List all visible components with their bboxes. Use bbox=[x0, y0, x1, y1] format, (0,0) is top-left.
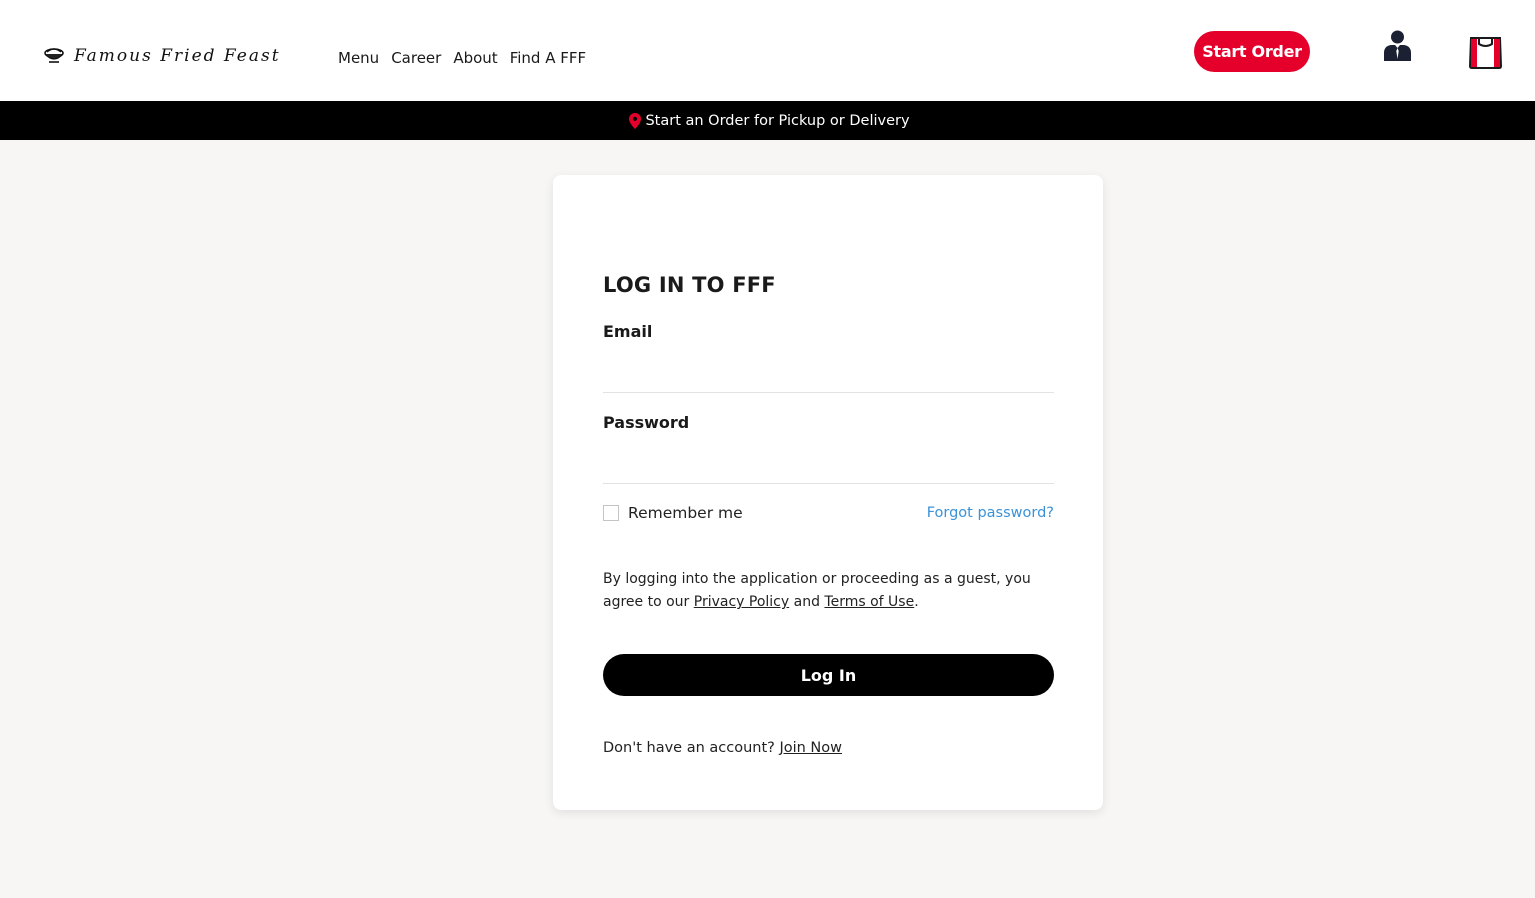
remember-me-checkbox[interactable] bbox=[603, 505, 619, 521]
user-account-icon[interactable] bbox=[1381, 29, 1414, 62]
consent-and: and bbox=[793, 594, 820, 610]
shopping-bag-icon[interactable] bbox=[1467, 33, 1504, 70]
join-now-link[interactable]: Join Now bbox=[779, 740, 842, 756]
forgot-password-link[interactable]: Forgot password? bbox=[927, 505, 1054, 521]
remember-me-label[interactable]: Remember me bbox=[628, 504, 743, 522]
remember-me[interactable]: Remember me bbox=[603, 504, 743, 522]
password-label: Password bbox=[603, 413, 690, 432]
consent-suffix: . bbox=[914, 594, 919, 610]
email-field[interactable] bbox=[603, 361, 1054, 393]
email-label: Email bbox=[603, 322, 653, 341]
consent-text: By logging into the application or proce… bbox=[603, 568, 1054, 614]
brand-name: Famous Fried Feast bbox=[74, 46, 281, 66]
brand-logo[interactable]: Famous Fried Feast bbox=[42, 44, 281, 68]
site-header: Famous Fried Feast Menu Career About Fin… bbox=[0, 0, 1535, 101]
promo-text: Start an Order for Pickup or Delivery bbox=[645, 112, 910, 129]
promo-content: Start an Order for Pickup or Delivery bbox=[629, 112, 910, 129]
start-order-button[interactable]: Start Order bbox=[1194, 31, 1310, 72]
promo-bar[interactable]: Start an Order for Pickup or Delivery bbox=[0, 101, 1535, 140]
location-pin-icon bbox=[629, 112, 642, 129]
nav-link-about[interactable]: About bbox=[453, 49, 497, 67]
password-field[interactable] bbox=[603, 452, 1054, 484]
login-title: LOG IN TO FFF bbox=[603, 273, 776, 297]
fried-chicken-bowl-icon bbox=[44, 48, 64, 63]
login-card: LOG IN TO FFF Email Password Remember me… bbox=[553, 175, 1103, 810]
signup-text: Don't have an account? bbox=[603, 740, 775, 756]
login-button[interactable]: Log In bbox=[603, 654, 1054, 696]
nav-link-career[interactable]: Career bbox=[391, 49, 441, 67]
signup-prompt: Don't have an account? Join Now bbox=[603, 740, 842, 756]
nav-link-find-a-fff[interactable]: Find A FFF bbox=[510, 49, 586, 67]
terms-of-use-link[interactable]: Terms of Use bbox=[824, 594, 914, 610]
main-nav: Menu Career About Find A FFF bbox=[338, 49, 598, 67]
nav-link-menu[interactable]: Menu bbox=[338, 49, 379, 67]
privacy-policy-link[interactable]: Privacy Policy bbox=[694, 594, 789, 610]
